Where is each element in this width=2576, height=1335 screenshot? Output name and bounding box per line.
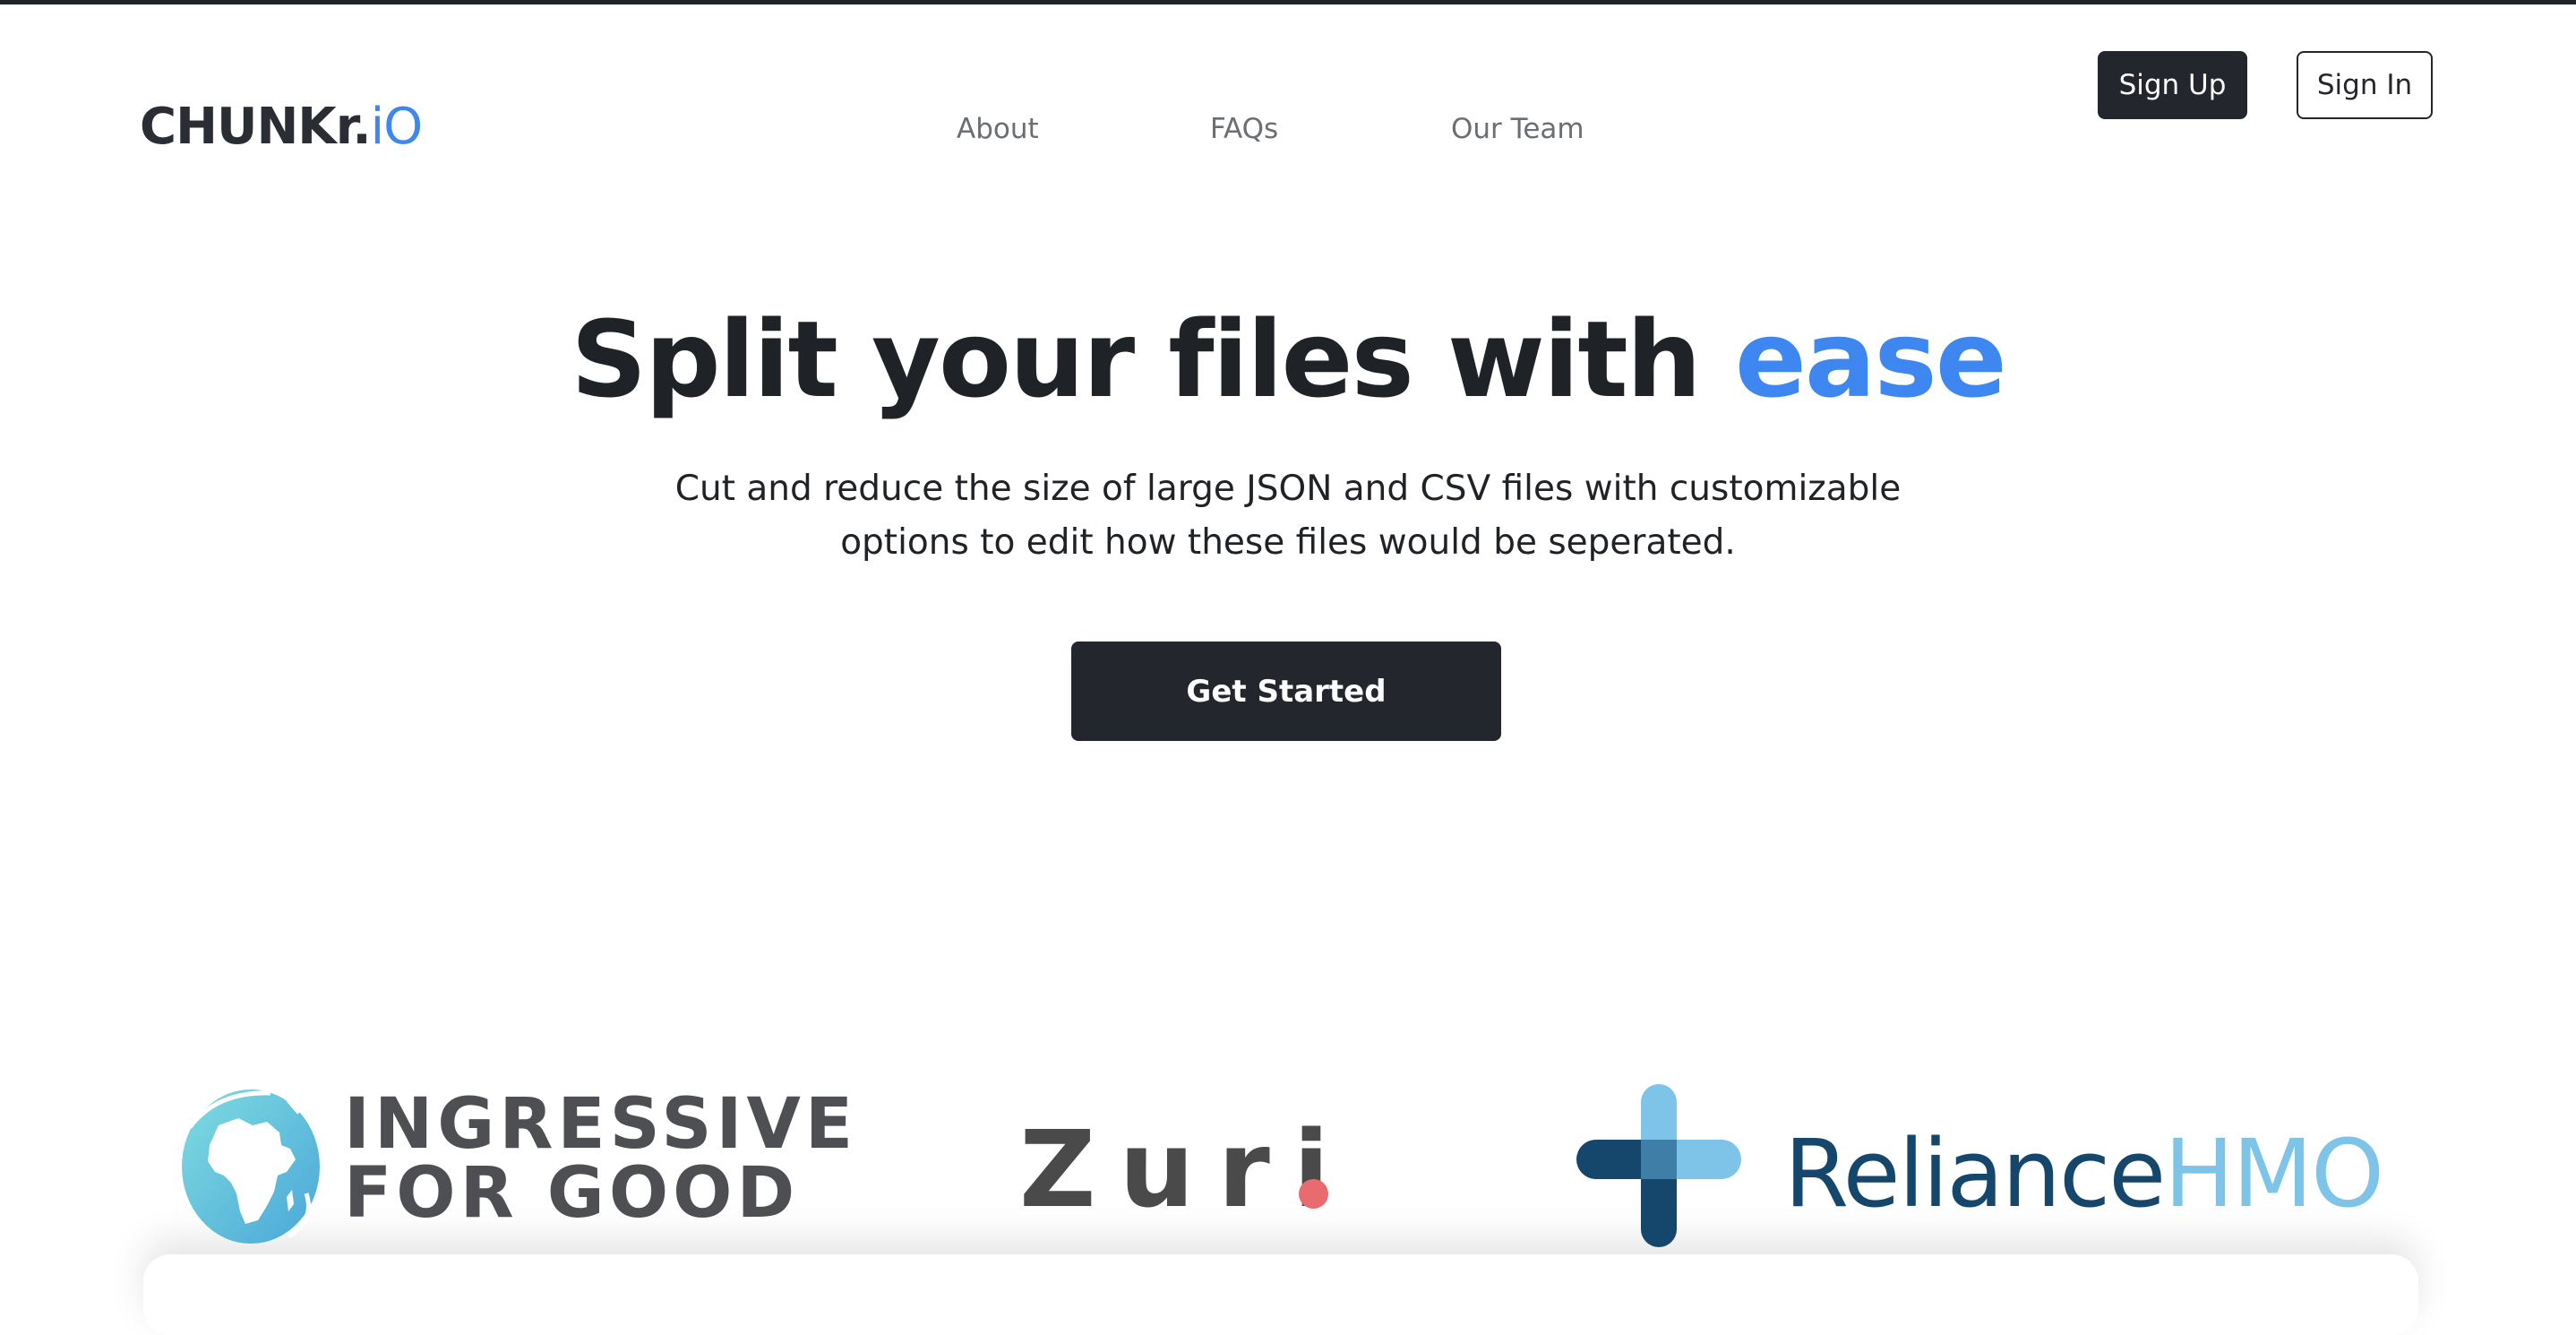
ingressive-line-2: FOR GOOD [344,1153,800,1234]
africa-globe-icon [182,1090,320,1244]
hero-title-main: Split your files with [571,297,1735,421]
nav-link-faqs[interactable]: FAQs [1210,111,1278,147]
partners-card-edge [143,1254,2418,1335]
partner-logo-zuri: Zuri [1019,1111,1360,1227]
sign-up-button[interactable]: Sign Up [2098,51,2247,119]
partner-logo-reliance-hmo: RelianceHMO [1576,1082,2400,1253]
get-started-button[interactable]: Get Started [1071,642,1501,741]
zuri-wordmark: Zuri [1019,1107,1353,1231]
reliance-wordmark: RelianceHMO [1784,1119,2384,1228]
hmo-text: HMO [2164,1119,2384,1228]
window-top-border [0,0,2576,4]
ingressive-line-1: INGRESSIVE [344,1084,858,1165]
reliance-text: Reliance [1784,1119,2166,1228]
nav-link-our-team[interactable]: Our Team [1451,111,1584,147]
site-logo[interactable]: CHUNKr.iO [140,95,424,159]
zuri-dot-icon [1299,1179,1328,1209]
logo-accent-text: iO [370,98,424,156]
sign-in-button[interactable]: Sign In [2297,51,2433,119]
hero-title: Split your files with ease [0,292,2576,426]
medical-cross-icon [1576,1084,1741,1247]
hero-title-accent: ease [1734,297,2007,421]
logo-text: CHUNKr. [140,98,372,156]
nav-link-about[interactable]: About [957,111,1039,147]
hero-subtitle: Cut and reduce the size of large JSON an… [674,469,1902,563]
partner-logo-ingressive: INGRESSIVE FOR GOOD [181,1086,853,1247]
